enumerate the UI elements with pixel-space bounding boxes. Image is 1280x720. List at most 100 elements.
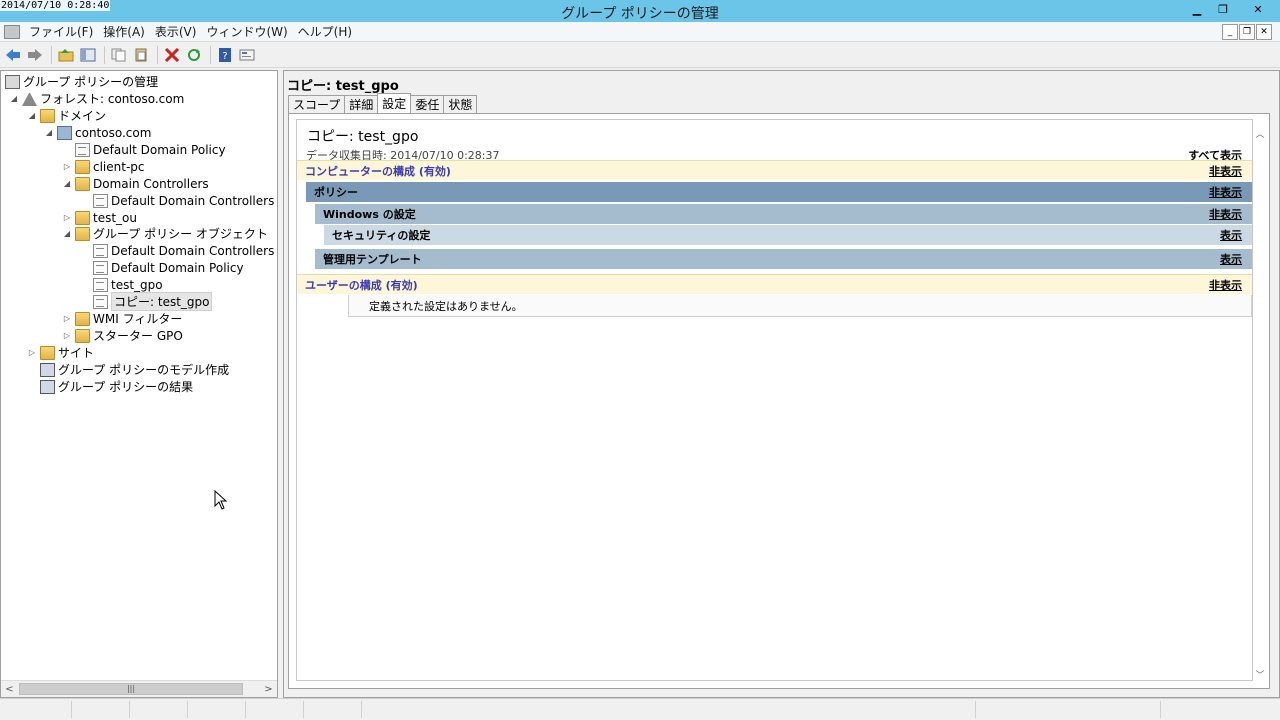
tree-node-gpo-copy[interactable]: コピー: test_gpo: [93, 292, 213, 311]
gpo-link-icon: [75, 142, 90, 157]
tree-label: Domain Controllers: [93, 176, 209, 191]
help-icon[interactable]: ?: [215, 45, 235, 65]
back-icon[interactable]: [3, 45, 23, 65]
tree-node-test-ou[interactable]: ▷ test_ou: [62, 209, 137, 226]
tree-horizontal-scrollbar[interactable]: < ||| >: [1, 680, 277, 697]
hide-link[interactable]: 非表示: [1209, 184, 1242, 200]
status-cell: [72, 701, 130, 718]
gpo-icon: [93, 277, 108, 292]
gpo-icon: [93, 260, 108, 275]
show-link[interactable]: 表示: [1220, 251, 1242, 267]
section-label: ユーザーの構成 (有効): [305, 278, 418, 292]
expand-arrow-icon[interactable]: ▷: [62, 331, 72, 340]
status-cell: [975, 701, 1161, 718]
tree-node-domain-controllers[interactable]: ◢ Domain Controllers: [62, 175, 209, 192]
paste-icon[interactable]: [131, 45, 151, 65]
section-admin-templates[interactable]: 管理用テンプレート 表示: [315, 249, 1252, 269]
tab-settings[interactable]: 設定: [377, 93, 412, 113]
delete-icon[interactable]: [162, 45, 182, 65]
tree-node-modeling[interactable]: グループ ポリシーのモデル作成: [40, 361, 229, 378]
tree-node-domains[interactable]: ◢ ドメイン: [27, 107, 106, 124]
settings-report-frame: コピー: test_gpo データ収集日時: 2014/07/10 0:28:3…: [288, 113, 1270, 689]
refresh-icon[interactable]: [184, 45, 204, 65]
tab-status[interactable]: 状態: [443, 95, 478, 113]
copy-icon[interactable]: [109, 45, 129, 65]
show-hide-tree-icon[interactable]: [78, 45, 98, 65]
toolbar-separator: [210, 46, 211, 64]
tree-node-wmi-filters[interactable]: ▷ WMI フィルター: [62, 310, 182, 327]
menu-file[interactable]: ファイル(F): [24, 23, 98, 40]
scroll-right-icon[interactable]: >: [260, 681, 277, 697]
tree-node-sites[interactable]: ▷ サイト: [27, 344, 94, 361]
app-menu-icon[interactable]: [4, 24, 20, 39]
hide-link[interactable]: 非表示: [1209, 163, 1242, 179]
expand-arrow-icon[interactable]: ▷: [62, 213, 72, 222]
gpo-link-icon: [93, 193, 108, 208]
tab-scope[interactable]: スコープ: [288, 95, 346, 113]
tab-details[interactable]: 詳細: [344, 95, 379, 113]
tab-delegation[interactable]: 委任: [410, 95, 445, 113]
maximize-button[interactable]: ❐: [1210, 0, 1236, 18]
mdi-restore-button[interactable]: ❐: [1239, 24, 1255, 40]
expand-arrow-icon[interactable]: ▷: [62, 314, 72, 323]
tree-node-root[interactable]: グループ ポリシーの管理: [5, 73, 158, 90]
up-folder-icon[interactable]: [56, 45, 76, 65]
tree-label: client-pc: [93, 159, 145, 174]
no-settings-message: 定義された設定はありません。: [348, 295, 1252, 317]
scroll-up-icon[interactable]: ︿: [1253, 126, 1267, 140]
tree-label: ドメイン: [58, 109, 107, 123]
details-title: コピー: test_gpo: [287, 79, 399, 94]
tree-node-starter-gpo[interactable]: ▷ スターター GPO: [62, 327, 183, 344]
details-pane: コピー: test_gpo スコープ 詳細 設定 委任 状態 コピー: test…: [283, 70, 1280, 698]
gpo-icon: [93, 294, 108, 309]
collapse-arrow-icon[interactable]: ◢: [62, 229, 72, 238]
status-cell: [246, 701, 304, 718]
hide-link[interactable]: 非表示: [1209, 206, 1242, 222]
collapse-arrow-icon[interactable]: ◢: [27, 111, 37, 120]
tree-node-ddc-policy-link[interactable]: Default Domain Controllers Po: [93, 192, 277, 209]
menu-help[interactable]: ヘルプ(H): [293, 23, 357, 40]
mdi-minimize-button[interactable]: _: [1222, 24, 1238, 40]
hide-link[interactable]: 非表示: [1209, 277, 1242, 293]
close-button[interactable]: ✕: [1236, 0, 1280, 18]
expand-arrow-icon[interactable]: ▷: [62, 162, 72, 171]
menu-window[interactable]: ウィンドウ(W): [201, 23, 292, 40]
menu-action[interactable]: 操作(A): [98, 23, 150, 40]
expand-arrow-icon[interactable]: ▷: [27, 348, 37, 357]
section-security-settings[interactable]: セキュリティの設定 表示: [324, 225, 1252, 245]
scroll-left-icon[interactable]: <: [1, 681, 18, 697]
svg-text:?: ?: [222, 51, 227, 62]
tree-node-gpo-ddc[interactable]: Default Domain Controllers Po: [93, 242, 277, 259]
tree-node-client-pc[interactable]: ▷ client-pc: [62, 158, 145, 175]
collapse-arrow-icon[interactable]: ◢: [62, 179, 72, 188]
tree-label: Default Domain Policy: [111, 260, 244, 275]
tree-node-domain[interactable]: ◢ contoso.com: [44, 124, 151, 141]
tree-node-default-domain-policy[interactable]: Default Domain Policy: [75, 141, 226, 158]
tree-node-gpo-objects[interactable]: ◢ グループ ポリシー オブジェクト: [62, 225, 268, 242]
tree-node-gpo-ddp[interactable]: Default Domain Policy: [93, 259, 244, 276]
status-bar: [0, 698, 1280, 720]
section-windows-settings[interactable]: Windows の設定 非表示: [315, 204, 1252, 224]
scroll-thumb[interactable]: |||: [19, 683, 243, 695]
tree-node-gpo-test[interactable]: test_gpo: [93, 276, 163, 293]
mdi-close-button[interactable]: ✕: [1256, 24, 1272, 40]
scroll-down-icon[interactable]: ﹀: [1253, 667, 1267, 681]
toolbar-separator: [157, 46, 158, 64]
section-user-config[interactable]: ユーザーの構成 (有効) 非表示: [297, 274, 1252, 294]
tree-node-forest[interactable]: ◢ フォレスト: contoso.com: [9, 90, 184, 107]
forward-icon[interactable]: [25, 45, 45, 65]
section-computer-config[interactable]: コンピューターの構成 (有効) 非表示: [297, 160, 1252, 180]
section-policy[interactable]: ポリシー 非表示: [306, 182, 1252, 202]
collapse-arrow-icon[interactable]: ◢: [9, 94, 19, 103]
section-label: セキュリティの設定: [332, 229, 431, 242]
report-vertical-scrollbar[interactable]: ︿ ﹀: [1253, 126, 1267, 681]
modeling-icon: [40, 362, 55, 377]
show-link[interactable]: 表示: [1220, 227, 1242, 243]
menu-view[interactable]: 表示(V): [150, 23, 202, 40]
tree-node-results[interactable]: グループ ポリシーの結果: [40, 378, 193, 395]
properties-icon[interactable]: [237, 45, 257, 65]
section-label: コンピューターの構成 (有効): [305, 164, 451, 178]
collapse-arrow-icon[interactable]: ◢: [44, 128, 54, 137]
minimize-button[interactable]: ▁: [1184, 0, 1210, 18]
status-cell: [188, 701, 246, 718]
